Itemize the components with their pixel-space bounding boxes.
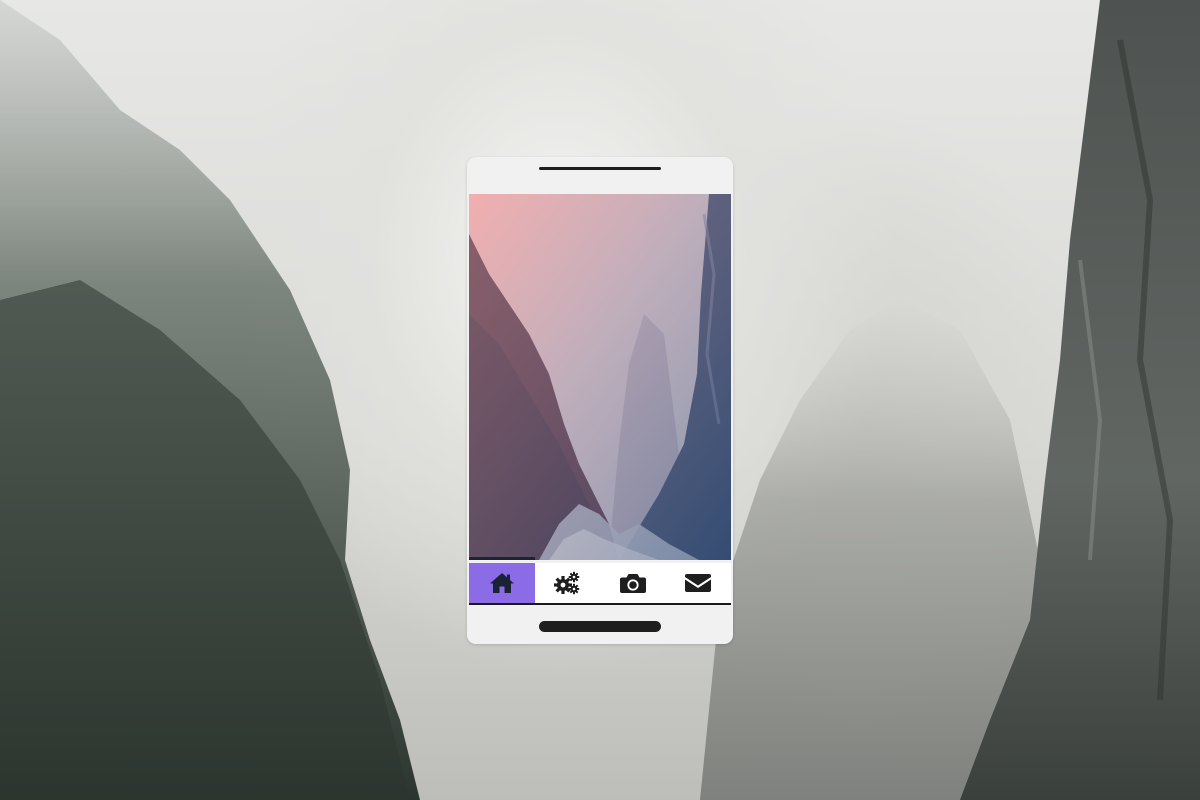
nav-settings-button[interactable] xyxy=(535,563,601,603)
nav-camera-button[interactable] xyxy=(600,563,666,603)
home-indicator[interactable] xyxy=(539,621,661,632)
nav-home-button[interactable] xyxy=(469,563,535,603)
bottom-nav-bar xyxy=(469,563,731,605)
phone-mockup xyxy=(467,157,733,644)
screen-image xyxy=(469,194,731,560)
gears-icon xyxy=(554,571,580,595)
home-icon xyxy=(489,573,514,593)
nav-mail-button[interactable] xyxy=(666,563,732,603)
camera-icon xyxy=(619,574,646,593)
media-progress-bar[interactable] xyxy=(469,557,535,560)
phone-speaker xyxy=(539,167,661,170)
envelope-icon xyxy=(685,574,712,592)
